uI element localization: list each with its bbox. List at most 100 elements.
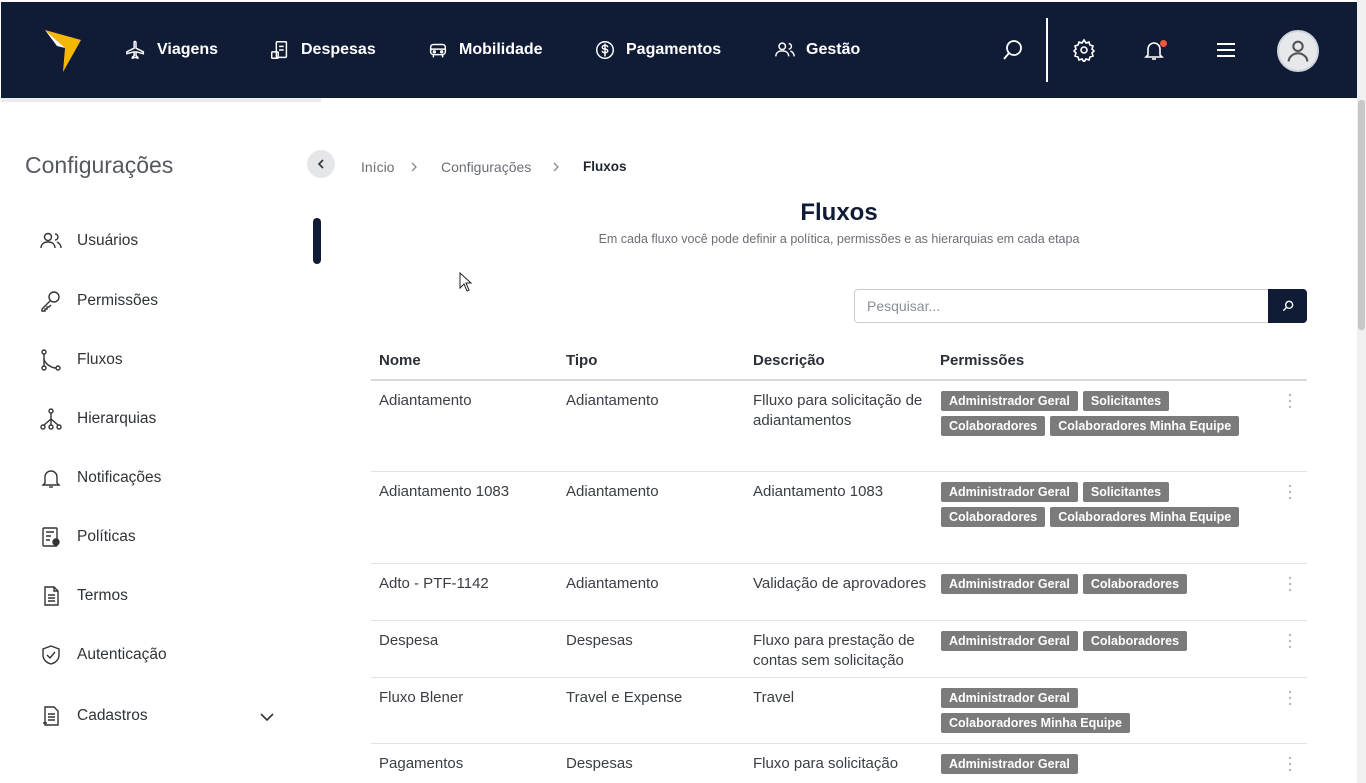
sidebar-item-hierarquias[interactable]: Hierarquias — [39, 406, 156, 432]
logo-icon[interactable] — [43, 26, 83, 74]
column-header-tipo[interactable]: Tipo — [566, 352, 597, 369]
table-row[interactable]: Fluxo Blener Travel e Expense Travel Admini… — [371, 678, 1307, 744]
cell-descricao: Travel — [753, 689, 795, 706]
permission-tag: Administrador Geral — [941, 754, 1078, 774]
cell-tipo: Adiantamento — [566, 575, 659, 592]
cell-descricao: Adiantamento 1083 — [753, 483, 884, 500]
sidebar-item-fluxos[interactable]: Fluxos — [39, 347, 123, 373]
table-row[interactable]: Adto - PTF-1142 Adiantamento Validação de … — [371, 564, 1307, 621]
chevron-left-icon — [317, 159, 324, 169]
nav-label: Viagens — [157, 41, 219, 58]
sidebar-item-label: Fluxos — [77, 351, 123, 368]
page-subtitle: Em cada fluxo você pode definir a políti… — [598, 232, 1080, 246]
document-icon — [44, 586, 59, 606]
file-list-icon — [43, 706, 59, 726]
receipt-icon — [271, 41, 288, 59]
hierarchy-icon — [40, 408, 62, 430]
menu-icon[interactable] — [1214, 38, 1238, 62]
flow-icon — [41, 349, 61, 371]
dollar-circle-icon — [596, 41, 614, 59]
sidebar-item-label: Hierarquias — [77, 410, 157, 427]
cell-nome: Pagamentos — [379, 755, 464, 772]
permission-tag: Administrador Geral — [941, 631, 1078, 651]
nav-item-viagens[interactable]: Viagens — [125, 36, 218, 64]
table-row[interactable]: Adiantamento 1083 Adiantamento Adiantament… — [371, 472, 1307, 564]
sidebar-item-cadastros[interactable]: Cadastros — [39, 703, 148, 729]
nav-label: Gestão — [806, 41, 861, 58]
nav-item-despesas[interactable]: Despesas — [269, 36, 376, 64]
table-row[interactable]: Despesa Despesas Fluxo para prestação de c… — [371, 621, 1307, 678]
sidebar-item-label: Termos — [77, 587, 128, 604]
airplane-icon — [126, 40, 145, 60]
notification-dot — [1160, 40, 1167, 47]
sidebar-item-label: Usuários — [77, 232, 139, 249]
permission-tag: Administrador Geral — [941, 574, 1078, 594]
kebab-menu-icon[interactable] — [1287, 484, 1293, 500]
sidebar-item-label: Cadastros — [77, 707, 148, 724]
avatar[interactable] — [1277, 30, 1319, 72]
cell-tipo: Despesas — [566, 755, 633, 772]
column-header-permissoes[interactable]: Permissões — [940, 352, 1024, 369]
permission-tag: Colaboradores — [1082, 574, 1188, 594]
permission-tag: Administrador Geral — [941, 688, 1078, 708]
page-title: Fluxos — [800, 199, 878, 226]
sidebar-item-notificacoes[interactable]: Notificações — [39, 465, 161, 491]
nav-item-pagamentos[interactable]: Pagamentos — [594, 36, 721, 64]
cell-nome: Adto - PTF-1142 — [379, 575, 489, 592]
sidebar-item-politicas[interactable]: Políticas — [39, 524, 136, 550]
cell-tipo: Adiantamento — [566, 392, 659, 409]
cell-nome: Adiantamento 1083 — [379, 483, 510, 500]
mouse-cursor-icon — [459, 272, 473, 292]
chevron-down-icon[interactable] — [258, 708, 276, 726]
permission-tag: Colaboradores Minha Equipe — [1050, 507, 1240, 527]
kebab-menu-icon[interactable] — [1287, 393, 1293, 409]
users-icon — [40, 232, 62, 249]
sidebar-item-label: Políticas — [77, 528, 136, 545]
search-input[interactable] — [854, 289, 1269, 323]
users-icon — [775, 42, 795, 57]
sidebar-item-usuarios[interactable]: Usuários — [39, 228, 138, 254]
policy-icon — [42, 527, 60, 547]
chevron-right-icon — [553, 162, 559, 172]
navbar-divider — [1046, 18, 1048, 82]
search-button[interactable] — [1268, 289, 1307, 323]
permission-tag: Solicitantes — [1082, 391, 1170, 411]
nav-item-gestao[interactable]: Gestão — [774, 36, 860, 64]
column-header-nome[interactable]: Nome — [379, 352, 421, 369]
kebab-menu-icon[interactable] — [1287, 756, 1293, 772]
table-row[interactable]: Pagamentos Despesas Fluxo para solicitação… — [371, 744, 1307, 783]
kebab-menu-icon[interactable] — [1287, 633, 1293, 649]
column-header-descricao[interactable]: Descrição — [753, 352, 825, 369]
sidebar-item-label: Autenticação — [77, 646, 167, 663]
kebab-menu-icon[interactable] — [1287, 576, 1293, 592]
shield-icon — [42, 645, 60, 665]
cell-permissoes: Administrador Geral — [941, 754, 1261, 774]
sidebar-item-termos[interactable]: Termos — [39, 583, 128, 609]
permission-tag: Colaboradores Minha Equipe — [1050, 416, 1240, 436]
breadcrumb-fluxos: Fluxos — [583, 159, 627, 174]
table-row[interactable]: Adiantamento Adiantamento Flluxo para soli… — [371, 381, 1307, 472]
breadcrumb-configuracoes[interactable]: Configurações — [441, 159, 531, 175]
cell-descricao: Fluxo para solicitação — [753, 755, 899, 772]
nav-item-mobilidade[interactable]: Mobilidade — [427, 36, 543, 64]
scrollbar-thumb[interactable] — [1358, 100, 1365, 330]
key-icon — [41, 291, 60, 312]
sidebar-item-autenticacao[interactable]: Autenticação — [39, 642, 167, 668]
breadcrumb-inicio[interactable]: Início — [361, 159, 394, 175]
gear-icon[interactable] — [1072, 38, 1096, 62]
permission-tag: Administrador Geral — [941, 391, 1078, 411]
sidebar-item-permissoes[interactable]: Permissões — [39, 288, 158, 314]
cell-tipo: Adiantamento — [566, 483, 659, 500]
permission-tag: Colaboradores Minha Equipe — [941, 713, 1130, 733]
car-icon — [429, 43, 447, 58]
cell-permissoes: Administrador Geral Colaboradores Minha E… — [941, 688, 1261, 733]
active-indicator — [313, 218, 321, 264]
top-navbar: Viagens Despesas Mobilidade Pagamentos G… — [1, 2, 1357, 98]
loading-line — [1, 98, 321, 102]
cell-tipo: Despesas — [566, 632, 633, 649]
sidebar-title: Configurações — [25, 152, 174, 178]
kebab-menu-icon[interactable] — [1287, 690, 1293, 706]
search-icon[interactable] — [1001, 38, 1025, 62]
collapse-sidebar-button[interactable] — [307, 150, 335, 178]
user-avatar-icon — [1287, 40, 1309, 62]
